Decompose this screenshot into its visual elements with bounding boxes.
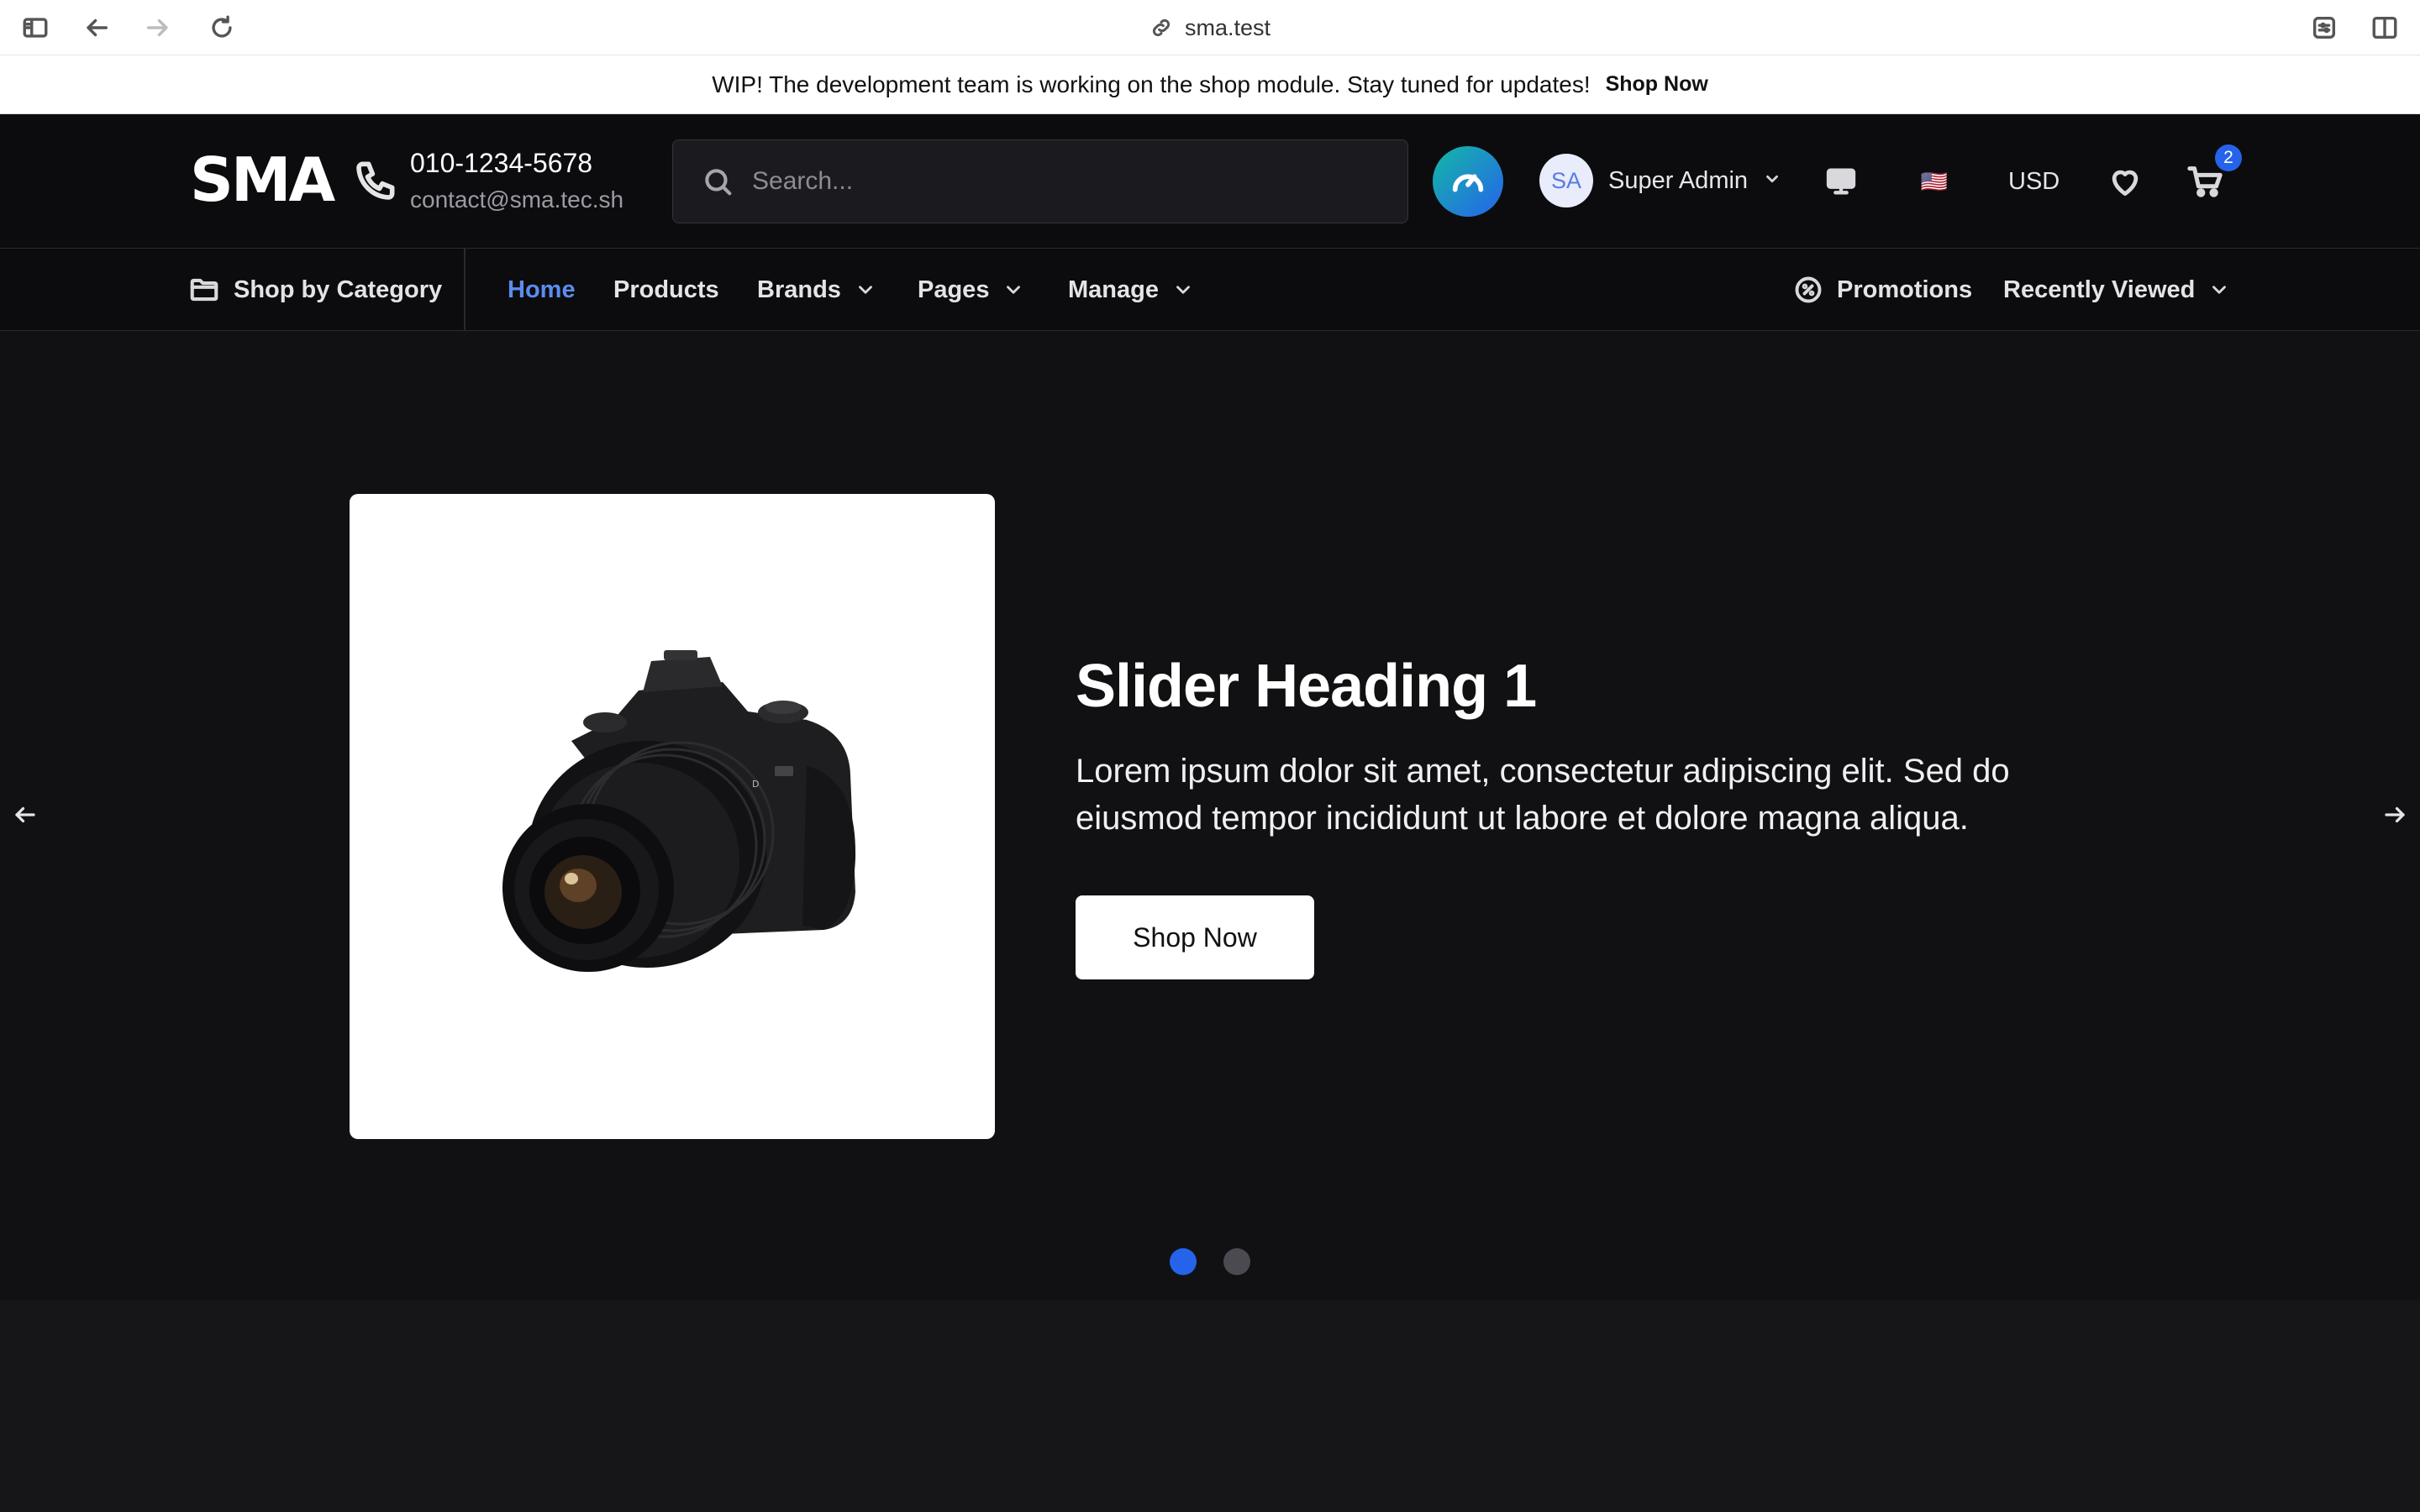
theme-monitor-icon[interactable] (1820, 158, 1862, 205)
svg-text:D: D (752, 779, 759, 790)
extensions-icon[interactable] (2307, 11, 2341, 45)
wishlist-heart-icon[interactable] (2104, 158, 2146, 205)
slide-image-card: D (350, 494, 995, 1139)
promotions-link[interactable]: Promotions (1793, 249, 1972, 331)
chevron-down-icon (859, 286, 872, 294)
split-view-icon[interactable] (2368, 11, 2402, 45)
announcement-text: WIP! The development team is working on … (712, 71, 1591, 97)
slide-shop-now-button[interactable]: Shop Now (1076, 895, 1314, 979)
site-logo[interactable]: SMA (190, 150, 335, 210)
folder-icon (190, 278, 218, 302)
hero-slider: D Slider Heading 1 Lorem ipsum dolor sit… (0, 331, 2420, 1300)
announcement-shop-now-link[interactable]: Shop Now (1606, 72, 1708, 97)
gauge-icon (1452, 174, 1484, 192)
slide-dot-2[interactable] (1223, 1248, 1250, 1275)
camera-image: D (502, 650, 856, 972)
discount-badge-icon (1795, 276, 1822, 303)
main-nav: Shop by Category Home Products Brands Pa… (0, 249, 2420, 331)
slide-description: Lorem ipsum dolor sit amet, consectetur … (1076, 753, 2010, 837)
slider-prev-arrow-icon[interactable] (8, 798, 42, 832)
shop-by-category-button[interactable]: Shop by Category (188, 249, 442, 331)
contact-phone: 010-1234-5678 (410, 148, 593, 178)
slide-dot-1[interactable] (1170, 1248, 1197, 1275)
nav-item-label: Home (508, 276, 576, 303)
phone-icon (353, 156, 400, 203)
nav-item-home[interactable]: Home (508, 249, 576, 331)
user-name: Super Admin (1608, 166, 1749, 194)
nav-item-label: Pages (918, 276, 990, 303)
forward-icon[interactable] (141, 11, 175, 45)
slide-heading: Slider Heading 1 (1076, 653, 1537, 720)
avatar: SA (1539, 154, 1593, 207)
browser-toolbar: sma.test (0, 0, 2420, 55)
nav-item-label: Products (613, 276, 719, 303)
chevron-down-icon (1176, 286, 1190, 294)
url-text[interactable]: sma.test (1185, 15, 1270, 41)
nav-item-pages[interactable]: Pages (918, 249, 1024, 331)
nav-item-label: Brands (757, 276, 841, 303)
nav-item-products[interactable]: Products (613, 249, 719, 331)
cart-count-badge: 2 (2215, 144, 2242, 171)
announcement-bar: WIP! The development team is working on … (0, 55, 2420, 114)
search-box[interactable] (672, 139, 1408, 223)
reload-icon[interactable] (205, 11, 239, 45)
chevron-down-icon (2212, 286, 2227, 294)
currency-selector[interactable]: USD (2008, 158, 2060, 205)
user-menu[interactable]: SA Super Admin (1539, 153, 1781, 208)
link-icon (1152, 18, 1171, 37)
back-icon[interactable] (80, 11, 113, 45)
shop-by-category-label: Shop by Category (234, 276, 443, 303)
recently-viewed-label: Recently Viewed (2003, 276, 2196, 303)
nav-item-brands[interactable]: Brands (757, 249, 876, 331)
nav-item-label: Manage (1068, 276, 1159, 303)
recently-viewed-dropdown[interactable]: Recently Viewed (2003, 249, 2230, 331)
site-header: SMA 010-1234-5678 contact@sma.tec.sh SA … (0, 114, 2420, 249)
dashboard-gauge-button[interactable] (1433, 146, 1503, 217)
search-input[interactable] (752, 167, 1391, 196)
slider-next-arrow-icon[interactable] (2378, 798, 2412, 832)
contact-email: contact@sma.tec.sh (410, 186, 624, 213)
nav-divider (464, 249, 466, 331)
search-icon (705, 169, 732, 196)
language-flag[interactable]: 🇺🇸 (1918, 158, 1951, 205)
sidebar-toggle-icon[interactable] (18, 11, 52, 45)
promotions-label: Promotions (1837, 276, 1973, 303)
chevron-down-icon (1007, 286, 1021, 294)
chevron-down-icon (1763, 170, 1781, 192)
nav-item-manage[interactable]: Manage (1068, 249, 1194, 331)
address-bar: sma.test (0, 0, 2420, 55)
